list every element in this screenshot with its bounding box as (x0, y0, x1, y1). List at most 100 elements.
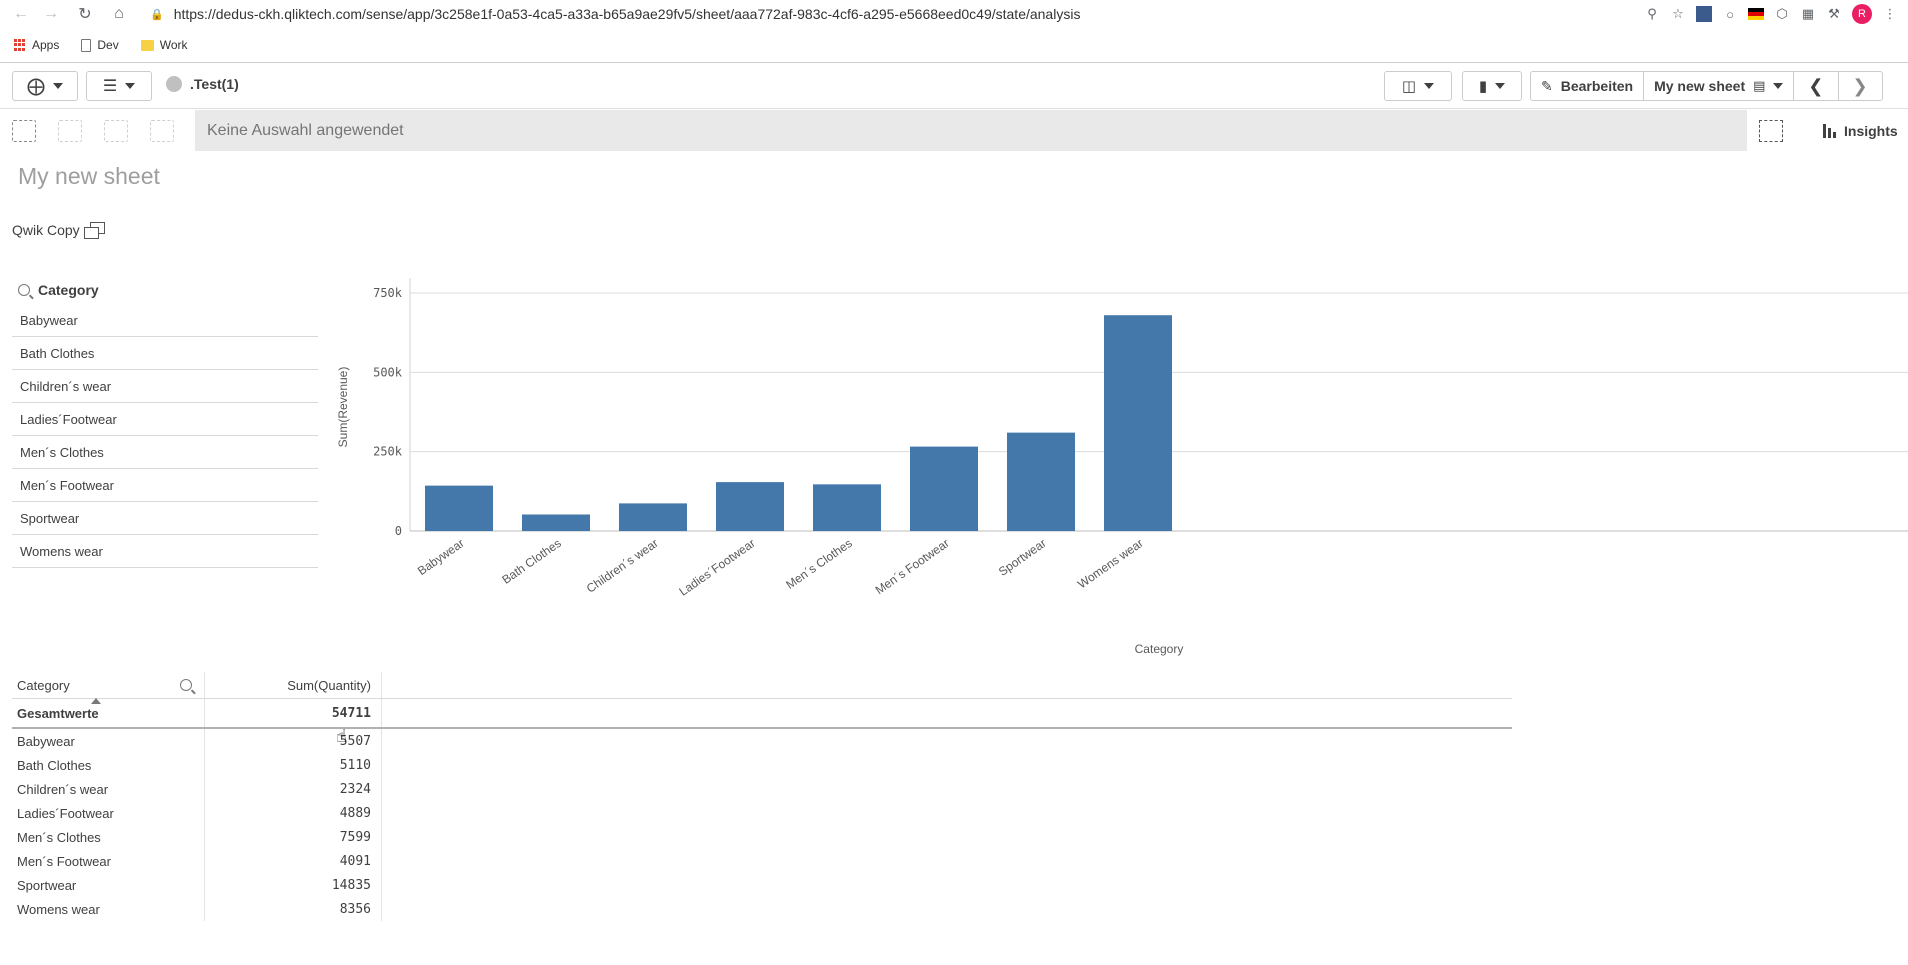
x-tick-label: Bath Clothes (499, 536, 563, 587)
cell-quantity: 4091 (205, 849, 382, 873)
chevron-down-icon (1495, 83, 1506, 89)
filter-item[interactable]: Men´s Clothes (12, 436, 318, 469)
menu-kebab-icon[interactable]: ⋮ (1882, 6, 1898, 22)
x-axis-title: Category (1135, 642, 1184, 656)
url-text[interactable]: https://dedus-ckh.qliktech.com/sense/app… (174, 6, 1081, 22)
table-row[interactable]: Womens wear 8356 (12, 897, 1512, 921)
global-menu-button[interactable]: ☰ (86, 71, 152, 101)
column-header-category[interactable]: Category (12, 672, 205, 704)
qwik-copy-button[interactable]: Qwik Copy (12, 222, 105, 239)
qwik-copy-label: Qwik Copy (12, 222, 80, 238)
insights-button[interactable]: Insights (1823, 123, 1898, 139)
step-back-icon[interactable] (58, 119, 82, 142)
filter-item-label: Bath Clothes (20, 345, 95, 361)
previous-sheet-button[interactable]: ❮ (1794, 72, 1839, 100)
bookmark-work[interactable]: Work (140, 38, 188, 52)
y-axis-title: Sum(Revenue) (336, 367, 350, 448)
story-button[interactable]: ◫ (1384, 71, 1452, 101)
bookmark-label: Work (159, 38, 188, 52)
chevron-down-icon (1424, 83, 1435, 89)
bar (522, 514, 590, 531)
selection-right-tools: Insights (1747, 110, 1908, 151)
bookmark-label: Apps (32, 38, 60, 52)
cell-quantity: 5110 (205, 753, 382, 777)
tool-extension-icon[interactable]: ⚒ (1826, 6, 1842, 22)
filter-item[interactable]: Men´s Footwear (12, 469, 318, 502)
bar (619, 503, 687, 531)
chart-svg: 0 250k 500k 750k Sum(Revenue) Babywear Bath Cl… (336, 278, 1908, 656)
zoom-icon[interactable]: ⚲ (1644, 6, 1660, 22)
cell-quantity: 8356 (205, 897, 382, 921)
selections-tool-icon[interactable] (12, 119, 36, 142)
compass-icon: ⨁ (27, 75, 45, 96)
lock-icon: 🔒 (150, 8, 164, 21)
cell-quantity: 14835 (205, 873, 382, 897)
address-bar[interactable]: 🔒 https://dedus-ckh.qliktech.com/sense/a… (150, 2, 1080, 26)
sheet-label: My new sheet (1654, 78, 1746, 94)
star-icon[interactable]: ☆ (1670, 6, 1686, 22)
circle-extension-icon[interactable]: ○ (1722, 6, 1738, 22)
x-tick-label: Men´s Clothes (783, 536, 854, 592)
filter-item[interactable]: Children´s wear (12, 370, 318, 403)
column-header-quantity[interactable]: Sum(Quantity) (205, 672, 382, 698)
cell-category: Babywear (12, 729, 205, 753)
table-row[interactable]: Babywear 5507 (12, 729, 1512, 753)
app-title[interactable]: .Test(1) (166, 76, 239, 92)
qlik-toolbar: ⨁ ☰ .Test(1) ◫ ▮ ✎ Bearbeiten My new she… (0, 63, 1908, 109)
chevron-right-icon: ❯ (1852, 75, 1868, 96)
bookmark-icon: ▮ (1478, 78, 1488, 95)
reload-icon[interactable]: ↻ (72, 1, 98, 27)
bookmark-button[interactable]: ▮ (1462, 71, 1522, 101)
sheet-selector[interactable]: My new sheet ▤ (1644, 72, 1795, 100)
current-selections[interactable]: Keine Auswahl angewendet (195, 110, 1747, 151)
bookmark-dev[interactable]: Dev (81, 38, 119, 52)
cell-category: Womens wear (12, 897, 205, 921)
step-forward-icon[interactable] (104, 119, 128, 142)
page-icon (81, 38, 92, 52)
header-label: Category (17, 677, 70, 693)
german-flag-icon[interactable] (1748, 8, 1764, 20)
navigation-menu-button[interactable]: ⨁ (12, 71, 78, 101)
forward-icon[interactable]: → (38, 1, 64, 27)
filter-item[interactable]: Ladies´Footwear (12, 403, 318, 436)
y-tick-label: 500k (373, 365, 403, 379)
filter-item-label: Men´s Footwear (20, 477, 114, 493)
filter-item-label: Babywear (20, 312, 78, 328)
extension-icon[interactable] (1696, 6, 1712, 22)
back-icon[interactable]: ← (8, 1, 34, 27)
filter-item[interactable]: Bath Clothes (12, 337, 318, 370)
revenue-bar-chart[interactable]: 0 250k 500k 750k Sum(Revenue) Babywear Bath Cl… (330, 270, 1908, 670)
insights-icon (1823, 123, 1836, 138)
smart-search-icon[interactable] (1759, 119, 1783, 142)
filter-item[interactable]: Sportwear (12, 502, 318, 535)
next-sheet-button[interactable]: ❯ (1839, 72, 1882, 100)
bookmark-apps[interactable]: Apps (14, 38, 59, 52)
search-icon[interactable] (180, 679, 192, 691)
qr-icon[interactable]: ▦ (1800, 6, 1816, 22)
cube-icon[interactable]: ⬡ (1774, 6, 1790, 22)
y-tick-label: 750k (373, 286, 403, 300)
filter-header[interactable]: Category (12, 276, 318, 304)
table-row[interactable]: Men´s Clothes 7599 (12, 825, 1512, 849)
filter-item[interactable]: Babywear (12, 304, 318, 337)
hand-cursor-icon: ☝ (336, 726, 347, 746)
sheet-chart-icon: ▤ (1753, 78, 1766, 93)
sheet-controls: ✎ Bearbeiten My new sheet ▤ ❮ ❯ (1530, 71, 1883, 101)
table-row[interactable]: Ladies´Footwear 4889 (12, 801, 1512, 825)
profile-avatar[interactable]: R (1852, 4, 1872, 24)
filter-item-label: Men´s Clothes (20, 444, 104, 460)
home-icon[interactable]: ⌂ (106, 1, 132, 27)
edit-button[interactable]: ✎ Bearbeiten (1531, 72, 1645, 100)
clear-all-icon[interactable] (150, 119, 174, 142)
table-row[interactable]: Children´s wear 2324 (12, 777, 1512, 801)
total-label: Gesamtwerte (12, 699, 205, 727)
x-tick-label: Children´s wear (584, 536, 661, 596)
no-selection-text: Keine Auswahl angewendet (207, 121, 404, 139)
table-row[interactable]: Bath Clothes 5110 (12, 753, 1512, 777)
apps-grid-icon (14, 39, 26, 51)
table-row[interactable]: Men´s Footwear 4091 (12, 849, 1512, 873)
table-row[interactable]: Sportwear 14835 (12, 873, 1512, 897)
filter-item-label: Children´s wear (20, 378, 112, 394)
bar (425, 485, 493, 531)
filter-item[interactable]: Womens wear (12, 535, 318, 568)
